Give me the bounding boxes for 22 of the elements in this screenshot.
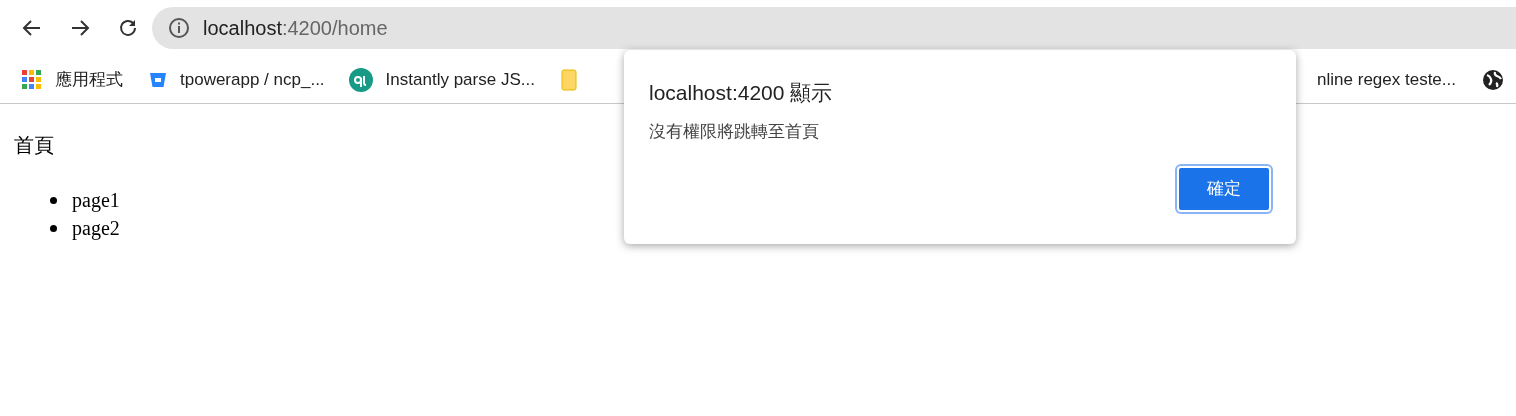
globe-icon[interactable] bbox=[1482, 68, 1504, 91]
page-link[interactable]: page2 bbox=[72, 214, 120, 242]
bookmark-link[interactable]: Instantly parse JS... bbox=[385, 66, 535, 93]
bookmark-link[interactable]: tpowerapp / ncp_... bbox=[180, 66, 325, 93]
address-bar[interactable]: localhost:4200/home bbox=[152, 7, 1516, 49]
bookmark-link[interactable]: 應用程式 bbox=[55, 66, 123, 93]
page-heading: 首頁 bbox=[14, 133, 54, 158]
bookmark-link[interactable]: nline regex teste... bbox=[1317, 66, 1456, 93]
back-icon[interactable] bbox=[22, 18, 42, 38]
circle-logo-icon bbox=[348, 67, 373, 92]
ok-button[interactable]: 確定 bbox=[1177, 166, 1271, 212]
bullet-icon bbox=[50, 196, 57, 204]
bullet-icon bbox=[50, 224, 57, 232]
apps-grid-icon bbox=[22, 69, 42, 90]
dialog-title: localhost:4200 顯示 bbox=[649, 80, 833, 106]
url-text: localhost:4200/home bbox=[203, 16, 388, 41]
page-link[interactable]: page1 bbox=[72, 186, 120, 214]
forward-icon[interactable] bbox=[70, 18, 90, 38]
reload-icon[interactable] bbox=[118, 18, 138, 38]
info-icon[interactable] bbox=[168, 17, 190, 39]
dialog-message: 沒有權限將跳轉至首頁 bbox=[649, 120, 819, 143]
bucket-icon bbox=[149, 70, 167, 89]
